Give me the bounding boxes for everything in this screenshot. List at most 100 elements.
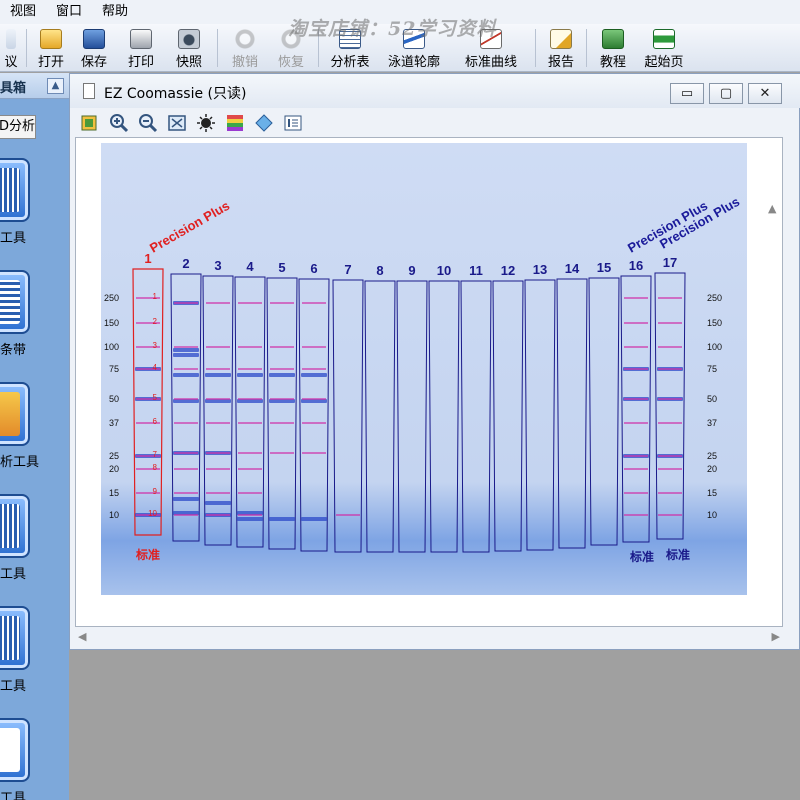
vertical-scrollbar[interactable]: ▲ ▼ [766,202,780,626]
menu-help[interactable]: 帮助 [92,0,138,24]
lane-number: 8 [376,263,383,278]
protein-band [269,517,295,521]
band-index: 7 [153,450,158,459]
undo-icon [234,29,256,49]
tool-item-1[interactable]: 工具 [0,158,69,254]
collapse-arrow-icon[interactable]: ▲ [47,78,64,94]
footer-label-right-a: 标准 [629,549,654,564]
protocol-button[interactable]: 议 [0,24,22,72]
main-toolbar: 议 打开 保存 打印 快照 撤销 恢复 分析表 泳道轮廓 标准曲线 报告 教程 … [0,24,800,72]
lane-number: 10 [437,263,451,278]
lane-number: 14 [565,261,580,276]
menu-view[interactable]: 视图 [0,0,46,24]
tool-label-2: 条带 [0,343,27,358]
standard-curve-button[interactable]: 标准曲线 [451,24,531,72]
footer-label-right-b: 标准 [665,547,690,562]
start-page-button[interactable]: 起始页 [635,24,693,72]
tutorial-label: 教程 [599,55,626,70]
start-page-icon [653,29,675,49]
protein-band [301,373,327,377]
mw-tool-icon [0,382,30,446]
workspace-background [69,650,800,800]
lane-number: 17 [663,255,677,270]
window-titlebar[interactable]: EZ Coomassie (只读) ▭ ▢ ✕ [70,74,800,108]
zoom-out-icon[interactable] [136,112,160,134]
protein-band [173,497,199,501]
redo-label: 恢复 [277,55,304,70]
mw-marker-right: 10 [707,510,717,520]
protein-band [237,373,263,377]
window-title: EZ Coomassie (只读) [104,86,247,102]
analysis-button[interactable]: D分析 [0,115,36,139]
band-index: 4 [153,363,158,372]
toolbar-separator [535,29,536,67]
save-button[interactable]: 保存 [71,24,117,72]
menu-window[interactable]: 窗口 [46,0,92,24]
lane-number: 2 [182,256,189,271]
tag-icon[interactable] [252,112,276,134]
annotation-tool-icon [0,718,30,782]
snapshot-button[interactable]: 快照 [165,24,213,72]
mw-marker-right: 25 [707,451,717,461]
redo-button[interactable]: 恢复 [268,24,314,72]
zoom-in-icon[interactable] [107,112,131,134]
color-palette-icon[interactable] [223,112,247,134]
lane-number: 13 [533,262,547,277]
mw-marker-right: 75 [707,364,717,374]
tutorial-button[interactable]: 教程 [591,24,635,72]
open-label: 打开 [37,55,64,70]
footer-label-left: 标准 [135,547,160,562]
tool-item-6[interactable]: 工具 [0,718,69,800]
mw-marker-right: 20 [707,464,717,474]
mw-marker-right: 15 [707,488,717,498]
image-window: EZ Coomassie (只读) ▭ ▢ ✕ 123456789 10 11 … [69,73,800,650]
toolbar-separator [586,29,587,67]
print-button[interactable]: 打印 [117,24,165,72]
brightness-icon[interactable] [194,112,218,134]
document-icon [83,83,95,99]
table-icon [339,29,361,49]
gel-image[interactable]: 1 2 3 4 5 6 7 8 9 10 11 12 13 14 15 16 17123456789102501… [101,143,747,595]
print-label: 打印 [127,55,154,70]
protein-band [205,501,231,505]
tool-label-5: 工具 [0,679,27,694]
standard-curve-label: 标准曲线 [464,55,517,70]
lane-profile-icon [403,29,425,49]
open-button[interactable]: 打开 [31,24,71,72]
tutorial-icon [602,29,624,49]
protein-band [173,373,199,377]
lane-number: 7 [344,262,351,277]
analysis-table-button[interactable]: 分析表 [323,24,377,72]
lane-tool-icon [0,158,30,222]
report-button[interactable]: 报告 [540,24,582,72]
info-icon[interactable] [281,112,305,134]
tool-label-1: 工具 [0,231,27,246]
lane-number: 3 [214,258,221,273]
menu-bar: 视图 窗口 帮助 [0,0,800,24]
lane-number: 6 [310,261,317,276]
maximize-button[interactable]: ▢ [709,83,743,104]
protein-band [237,517,263,521]
close-button[interactable]: ✕ [748,83,782,104]
camera-icon [178,29,200,49]
mw-marker-right: 100 [707,342,722,352]
band-tool-icon [0,270,30,334]
image-canvas[interactable]: 1 2 3 4 5 6 7 8 9 10 11 12 13 14 15 16 17 1 2 3 4 5 6 7 8 9 10 250 1… [75,137,783,627]
fit-window-icon[interactable] [165,112,189,134]
printer-icon [130,29,152,49]
mw-marker-left: 75 [109,364,119,374]
tool-item-3[interactable]: 析工具 [0,382,69,478]
lane-profile-button[interactable]: 泳道轮廓 [377,24,451,72]
image-adjust-icon[interactable] [78,112,102,134]
minimize-button[interactable]: ▭ [670,83,704,104]
mw-marker-right: 50 [707,394,717,404]
undo-button[interactable]: 撤销 [222,24,268,72]
protein-band [173,353,199,357]
tool-item-4[interactable]: 工具 [0,494,69,590]
horizontal-scrollbar[interactable]: ◀ ▶ [76,628,784,646]
mw-marker-left: 250 [104,293,119,303]
tool-item-5[interactable]: 工具 [0,606,69,702]
tool-item-2[interactable]: 条带 [0,270,69,366]
lane-number: 11 [469,263,483,278]
mw-marker-left: 25 [109,451,119,461]
